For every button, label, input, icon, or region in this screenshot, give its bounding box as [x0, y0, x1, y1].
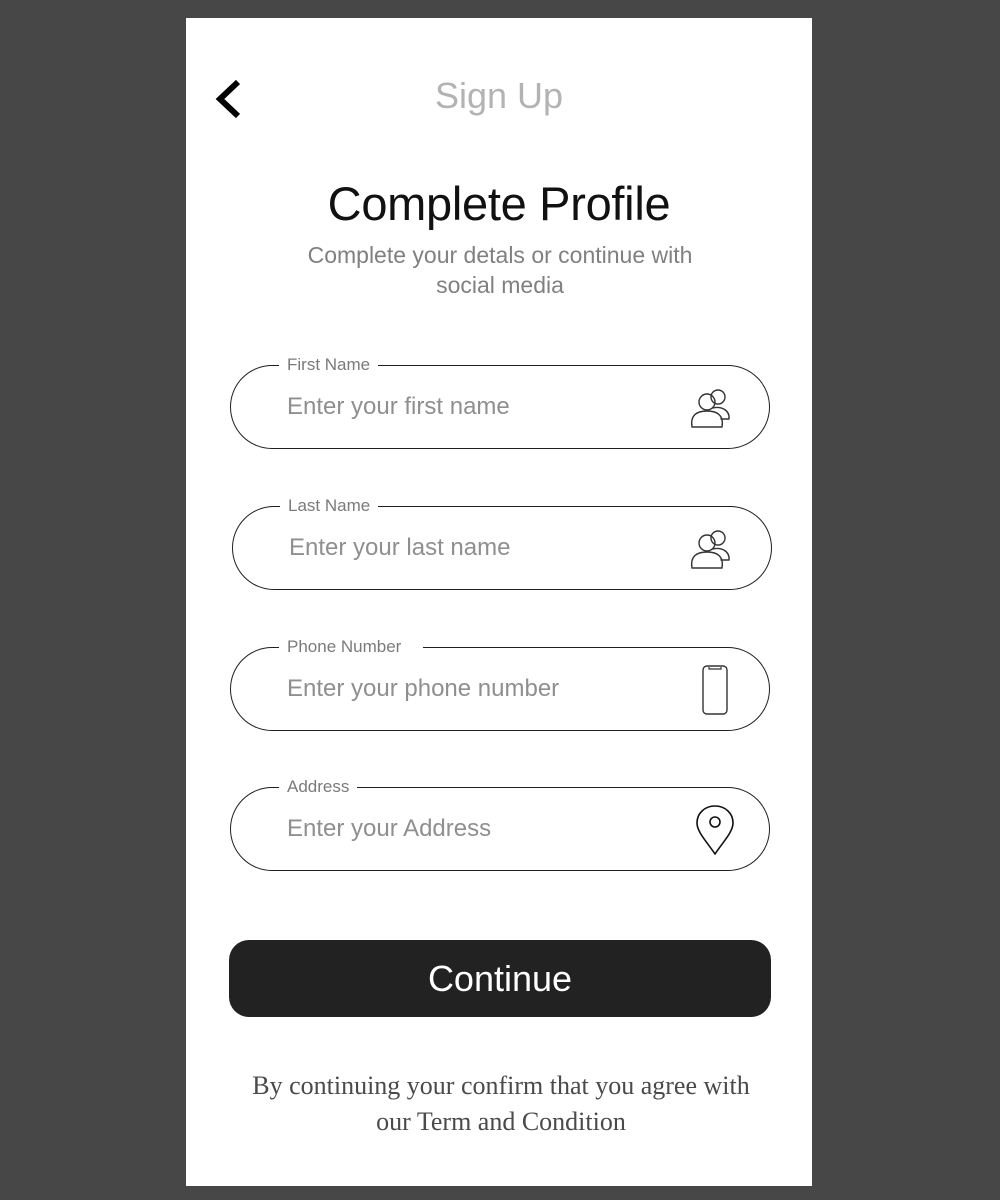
phone-number-input[interactable]: [287, 668, 667, 710]
last-name-input[interactable]: [289, 527, 669, 569]
header-title: Sign Up: [434, 75, 564, 116]
users-icon: [690, 389, 730, 428]
terms-text: By continuing your confirm that you agre…: [252, 1071, 750, 1136]
address-field[interactable]: Address: [230, 776, 770, 871]
address-input[interactable]: [287, 808, 667, 850]
continue-button[interactable]: Continue: [229, 940, 771, 1017]
last-name-field[interactable]: Last Name: [232, 495, 772, 590]
users-icon: [690, 530, 730, 569]
first-name-input[interactable]: [287, 386, 667, 428]
phone-icon: [702, 665, 728, 715]
page-title: Complete Profile: [327, 177, 671, 230]
first-name-field[interactable]: First Name: [230, 354, 770, 449]
address-label: Address: [279, 776, 358, 798]
location-pin-icon: [696, 805, 734, 855]
phone-number-label: Phone Number: [279, 636, 424, 658]
last-name-label: Last Name: [280, 495, 379, 517]
page-subtitle: Complete your detals or continue with so…: [307, 242, 693, 298]
first-name-label: First Name: [279, 354, 379, 376]
phone-number-field[interactable]: Phone Number: [230, 636, 770, 731]
